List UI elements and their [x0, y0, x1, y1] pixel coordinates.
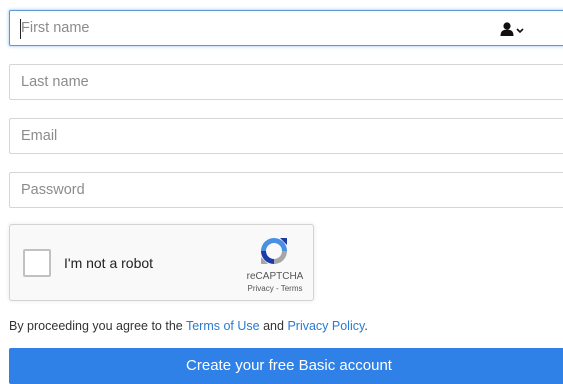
recaptcha-privacy-link[interactable]: Privacy [248, 284, 274, 293]
email-field[interactable] [9, 118, 563, 154]
recaptcha-links: Privacy - Terms [240, 284, 310, 293]
consent-text: By proceeding you agree to the Terms of … [9, 319, 368, 333]
last-name-input[interactable] [10, 65, 563, 99]
first-name-input[interactable] [10, 11, 563, 45]
privacy-policy-link[interactable]: Privacy Policy [287, 319, 364, 333]
first-name-field[interactable] [9, 10, 563, 46]
password-input[interactable] [10, 173, 563, 207]
recaptcha-link-separator: - [273, 284, 281, 293]
recaptcha-label: I'm not a robot [64, 255, 154, 271]
recaptcha-widget: I'm not a robot reCAPTCHA Privacy - Term… [9, 224, 314, 301]
create-account-button[interactable]: Create your free Basic account [9, 348, 563, 384]
last-name-field[interactable] [9, 64, 563, 100]
email-input[interactable] [10, 119, 563, 153]
terms-of-use-link[interactable]: Terms of Use [186, 319, 260, 333]
recaptcha-terms-link[interactable]: Terms [281, 284, 303, 293]
password-field[interactable] [9, 172, 563, 208]
consent-middle: and [259, 319, 288, 333]
consent-prefix: By proceeding you agree to the [9, 319, 186, 333]
recaptcha-brand: reCAPTCHA [246, 271, 304, 282]
autofill-contact-icon[interactable] [499, 21, 537, 37]
text-cursor [20, 19, 21, 39]
consent-suffix: . [364, 319, 368, 333]
recaptcha-logo-icon [258, 235, 290, 267]
recaptcha-checkbox[interactable] [23, 249, 51, 277]
